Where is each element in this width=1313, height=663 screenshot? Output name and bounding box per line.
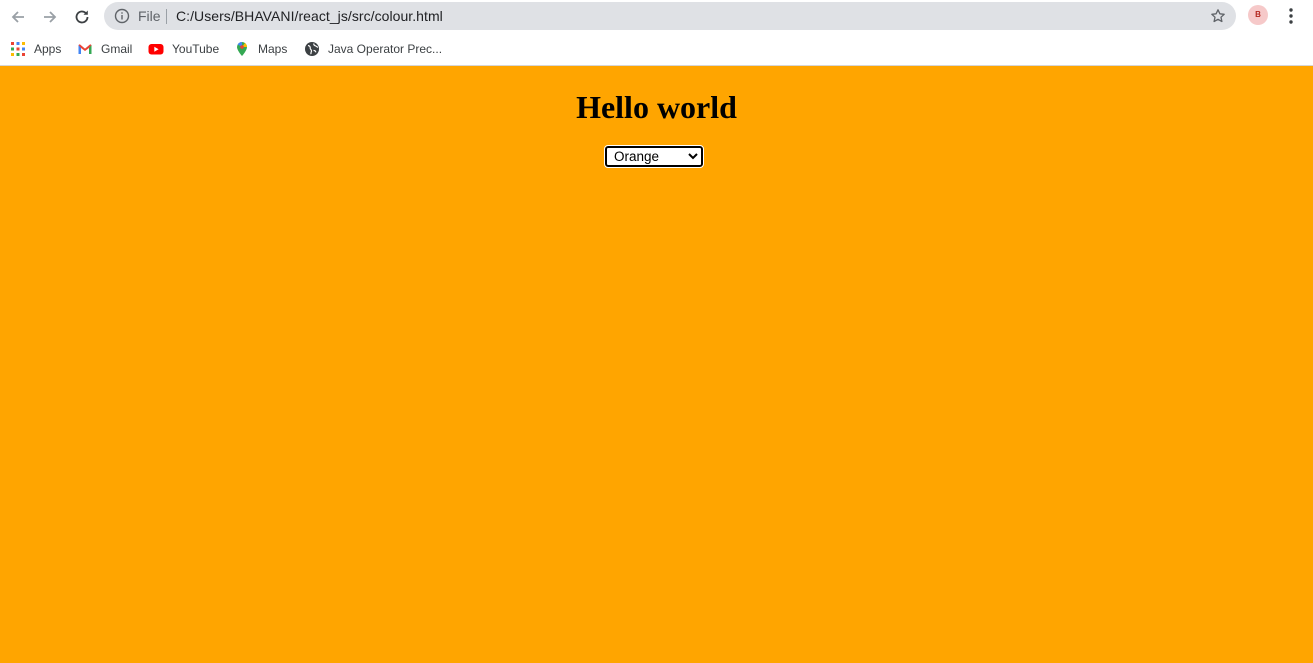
address-bar[interactable]: File C:/Users/BHAVANI/react_js/src/colou… bbox=[104, 2, 1236, 30]
bookmark-label: Java Operator Prec... bbox=[328, 42, 443, 56]
reload-icon bbox=[75, 10, 89, 24]
kebab-menu-icon[interactable] bbox=[1283, 6, 1299, 26]
bookmark-java-operator[interactable]: Java Operator Prec... bbox=[304, 40, 442, 58]
info-icon[interactable] bbox=[114, 8, 130, 24]
reload-button[interactable] bbox=[70, 5, 94, 29]
address-url[interactable]: C:/Users/BHAVANI/react_js/src/colour.htm… bbox=[176, 8, 443, 24]
page-body: Hello world Orange bbox=[0, 66, 1313, 663]
forward-button[interactable] bbox=[38, 5, 62, 29]
bookmark-maps[interactable]: Maps bbox=[234, 40, 287, 58]
maps-pin-icon bbox=[237, 42, 247, 56]
address-separator bbox=[166, 9, 167, 24]
profile-avatar[interactable]: B bbox=[1248, 5, 1268, 25]
bookmark-label: YouTube bbox=[172, 42, 220, 56]
bookmarks-bar: Apps Gmail YouTube Maps Java Operator Pr… bbox=[0, 34, 1313, 66]
back-button[interactable] bbox=[6, 5, 30, 29]
bookmark-label: Maps bbox=[258, 42, 288, 56]
forward-arrow-icon bbox=[44, 11, 57, 23]
bookmark-youtube[interactable]: YouTube bbox=[148, 40, 219, 58]
bookmark-label: Apps bbox=[34, 42, 62, 56]
star-icon[interactable] bbox=[1210, 8, 1226, 24]
youtube-icon bbox=[148, 44, 164, 55]
browser-toolbar: File C:/Users/BHAVANI/react_js/src/colou… bbox=[0, 0, 1313, 34]
back-arrow-icon bbox=[11, 11, 24, 23]
page-heading: Hello world bbox=[576, 89, 737, 125]
globe-icon bbox=[305, 42, 319, 56]
bookmark-gmail[interactable]: Gmail bbox=[77, 40, 132, 58]
colour-select[interactable]: Orange bbox=[604, 145, 704, 168]
apps-grid-icon bbox=[11, 42, 25, 56]
address-scheme: File bbox=[138, 8, 161, 24]
gmail-icon bbox=[78, 44, 92, 54]
bookmark-label: Gmail bbox=[101, 42, 133, 56]
bookmark-apps[interactable]: Apps bbox=[10, 40, 61, 58]
